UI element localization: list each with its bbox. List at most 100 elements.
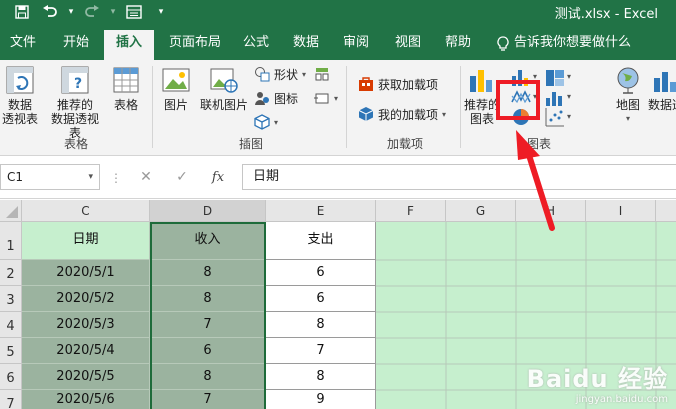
cell-c3[interactable]: 2020/5/2 — [22, 286, 150, 312]
row-header-5[interactable]: 5 — [0, 338, 22, 364]
save-button[interactable] — [8, 2, 36, 22]
pivot-chart-label: 数据透 — [648, 98, 676, 112]
screenshot-button[interactable]: ▾ — [314, 88, 338, 108]
cell-c6[interactable]: 2020/5/5 — [22, 364, 150, 390]
chevron-down-icon[interactable]: ▾ — [567, 112, 571, 121]
tab-data[interactable]: 数据 — [286, 30, 326, 60]
shapes-button[interactable]: 形状 ▾ — [254, 64, 306, 84]
insert-function-icon[interactable]: fx — [200, 170, 236, 185]
row-header-4[interactable]: 4 — [0, 312, 22, 338]
online-pictures-button[interactable]: 联机图片 — [198, 64, 250, 112]
resize-handle-icon[interactable]: ⋮ — [110, 171, 122, 185]
tab-file[interactable]: 文件 — [0, 30, 46, 60]
row-header-6[interactable]: 6 — [0, 364, 22, 390]
cell-e2[interactable]: 6 — [266, 260, 376, 286]
cell-c5[interactable]: 2020/5/4 — [22, 338, 150, 364]
enter-icon[interactable]: ✓ — [164, 169, 200, 185]
hierarchy-chart-icon[interactable] — [544, 66, 566, 88]
my-addins-button[interactable]: 我的加载项 ▾ — [358, 104, 446, 124]
chevron-down-icon: ▾ — [625, 114, 630, 123]
get-addins-label: 获取加载项 — [378, 77, 439, 92]
tab-view[interactable]: 视图 — [388, 30, 428, 60]
maps-button[interactable]: 地图 ▾ — [610, 64, 646, 126]
recommended-pivot-button[interactable]: ? 推荐的 数据透视表 — [48, 64, 102, 140]
cell-c4[interactable]: 2020/5/3 — [22, 312, 150, 338]
row-header-3[interactable]: 3 — [0, 286, 22, 312]
cell-d6[interactable]: 8 — [150, 364, 266, 390]
table-label: 表格 — [113, 98, 138, 112]
chevron-down-icon[interactable]: ▾ — [567, 92, 571, 101]
pivot-chart-button[interactable]: 数据透 — [648, 64, 676, 112]
select-all-corner[interactable] — [0, 200, 22, 222]
column-header-h[interactable]: H — [516, 200, 586, 222]
name-box[interactable]: C1 ▾ — [0, 164, 100, 190]
column-header-i[interactable]: I — [586, 200, 656, 222]
tab-review[interactable]: 审阅 — [336, 30, 376, 60]
chevron-down-icon: ▾ — [334, 93, 339, 103]
column-header-g[interactable]: G — [446, 200, 516, 222]
corner-triangle-icon — [6, 206, 18, 218]
maps-label: 地图 — [615, 98, 640, 112]
column-header-e[interactable]: E — [266, 200, 376, 222]
table-button[interactable]: 表格 — [106, 64, 146, 112]
statistic-chart-icon[interactable] — [544, 86, 566, 108]
cell-c2[interactable]: 2020/5/1 — [22, 260, 150, 286]
cell-e6[interactable]: 8 — [266, 364, 376, 390]
form-button[interactable] — [120, 2, 148, 22]
cell-e4[interactable]: 8 — [266, 312, 376, 338]
undo-dropdown[interactable]: ▾ — [64, 2, 78, 22]
window-title: 测试.xlsx - Excel — [554, 7, 658, 22]
cell-c1[interactable]: 日期 — [22, 222, 150, 260]
cell-e1[interactable]: 支出 — [266, 222, 376, 260]
pictures-button[interactable]: 图片 — [158, 64, 194, 112]
column-header-j[interactable] — [656, 200, 676, 222]
tab-home[interactable]: 开始 — [52, 30, 100, 60]
cell-d5[interactable]: 6 — [150, 338, 266, 364]
undo-button[interactable] — [36, 2, 64, 22]
pivot-table-button[interactable]: 数据 透视表 — [0, 64, 40, 126]
redo-button[interactable] — [78, 2, 106, 22]
row-header-2[interactable]: 2 — [0, 260, 22, 286]
cube-icon — [254, 114, 270, 130]
row-header-1[interactable]: 1 — [0, 222, 22, 260]
cell-e3[interactable]: 6 — [266, 286, 376, 312]
3d-models-button[interactable]: ▾ — [254, 112, 278, 132]
get-addins-button[interactable]: 获取加载项 — [358, 74, 438, 94]
save-icon — [15, 5, 29, 19]
group-charts: 推荐的 图表 ▾ ▾ ▾ ▾ ▾ 地图 ▾ 数据透 图表 — [462, 60, 676, 156]
cell-e5[interactable]: 7 — [266, 338, 376, 364]
tell-me-search[interactable]: 告诉我你想要做什么 — [497, 30, 631, 56]
chevron-down-icon[interactable]: ▾ — [88, 165, 93, 189]
cell-d7[interactable]: 7 — [150, 390, 266, 409]
tab-page-layout[interactable]: 页面布局 — [160, 30, 230, 60]
icons-button[interactable]: 图标 — [254, 88, 298, 108]
cell-c7[interactable]: 2020/5/6 — [22, 390, 150, 409]
globe-icon — [617, 67, 639, 94]
smartart-button[interactable] — [314, 64, 330, 84]
formula-input[interactable]: 日期 — [242, 164, 676, 190]
cell-d2[interactable]: 8 — [150, 260, 266, 286]
tab-insert[interactable]: 插入 — [104, 30, 154, 60]
ribbon: 数据 透视表 ? 推荐的 数据透视表 表格 表格 图片 联机图片 形状 ▾ 图标 — [0, 60, 676, 156]
column-header-d[interactable]: D — [150, 200, 266, 222]
tell-me-text: 告诉我你想要做什么 — [514, 35, 632, 50]
cell-d4[interactable]: 7 — [150, 312, 266, 338]
chevron-down-icon: ▾ — [442, 109, 447, 119]
column-header-c[interactable]: C — [22, 200, 150, 222]
chevron-down-icon[interactable]: ▾ — [567, 72, 571, 81]
ribbon-tabs: 文件 开始 插入 页面布局 公式 数据 审阅 视图 帮助 告诉我你想要做什么 — [0, 24, 676, 60]
redo-dropdown[interactable]: ▾ — [106, 2, 120, 22]
tab-formulas[interactable]: 公式 — [236, 30, 276, 60]
cancel-icon[interactable]: ✕ — [128, 169, 164, 185]
my-addins-icon — [358, 107, 374, 121]
chevron-down-icon: ▾ — [274, 117, 279, 127]
recommended-charts-button[interactable]: 推荐的 图表 — [464, 64, 500, 126]
scatter-chart-icon[interactable] — [544, 106, 566, 128]
column-header-f[interactable]: F — [376, 200, 446, 222]
tab-help[interactable]: 帮助 — [438, 30, 478, 60]
cell-d3[interactable]: 8 — [150, 286, 266, 312]
row-header-7[interactable]: 7 — [0, 390, 22, 409]
cell-e7[interactable]: 9 — [266, 390, 376, 409]
customize-qat-dropdown[interactable]: ▾ — [154, 2, 168, 22]
cell-d1[interactable]: 收入 — [150, 222, 266, 260]
